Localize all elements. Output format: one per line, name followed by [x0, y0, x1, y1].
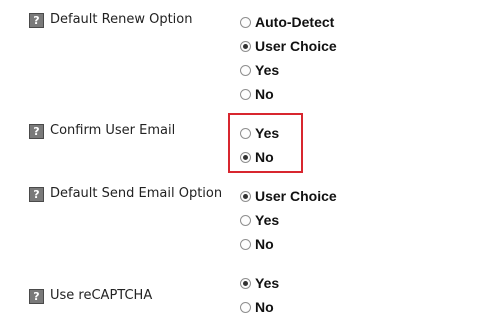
radio-button-icon[interactable] — [240, 64, 251, 76]
radio-label: Yes — [255, 275, 280, 291]
radio-button-icon[interactable] — [240, 301, 251, 313]
radio-label: User Choice — [255, 188, 337, 204]
radio-label: Auto-Detect — [255, 14, 335, 30]
radio-label: No — [255, 86, 274, 102]
setting-label-confirm-user-email: Confirm User Email — [50, 123, 176, 138]
radio-button-icon[interactable] — [240, 88, 251, 100]
radio-label: Yes — [255, 212, 280, 228]
radio-label: User Choice — [255, 38, 337, 54]
radio-label: No — [255, 236, 274, 252]
radio-label: Yes — [255, 125, 280, 141]
radio-button-icon[interactable] — [240, 214, 251, 226]
radio-button-icon[interactable] — [240, 127, 251, 139]
radio-label: No — [255, 149, 274, 165]
radio-button-icon[interactable] — [240, 151, 251, 163]
radio-label: Yes — [255, 62, 280, 78]
radio-button-icon[interactable] — [240, 238, 251, 250]
radio-recaptcha-no[interactable]: No — [240, 299, 274, 315]
setting-label-default-renew-option: Default Renew Option — [50, 12, 193, 27]
help-icon[interactable]: ? — [29, 187, 44, 202]
radio-confirm-email-yes[interactable]: Yes — [240, 125, 279, 141]
help-icon[interactable]: ? — [29, 124, 44, 139]
radio-button-icon[interactable] — [240, 190, 251, 202]
radio-send-email-user-choice[interactable]: User Choice — [240, 188, 337, 204]
radio-default-renew-user-choice[interactable]: User Choice — [240, 38, 337, 54]
radio-button-icon[interactable] — [240, 277, 251, 289]
radio-label: No — [255, 299, 274, 315]
help-icon[interactable]: ? — [29, 13, 44, 28]
help-icon[interactable]: ? — [29, 289, 44, 304]
radio-send-email-no[interactable]: No — [240, 236, 274, 252]
setting-label-use-recaptcha: Use reCAPTCHA — [50, 288, 153, 303]
radio-default-renew-auto-detect[interactable]: Auto-Detect — [240, 14, 334, 30]
radio-button-icon[interactable] — [240, 40, 251, 52]
radio-confirm-email-no[interactable]: No — [240, 149, 274, 165]
radio-button-icon[interactable] — [240, 16, 251, 28]
radio-default-renew-yes[interactable]: Yes — [240, 62, 279, 78]
setting-label-default-send-email-option: Default Send Email Option — [50, 186, 223, 201]
radio-recaptcha-yes[interactable]: Yes — [240, 275, 279, 291]
radio-default-renew-no[interactable]: No — [240, 86, 274, 102]
radio-send-email-yes[interactable]: Yes — [240, 212, 279, 228]
